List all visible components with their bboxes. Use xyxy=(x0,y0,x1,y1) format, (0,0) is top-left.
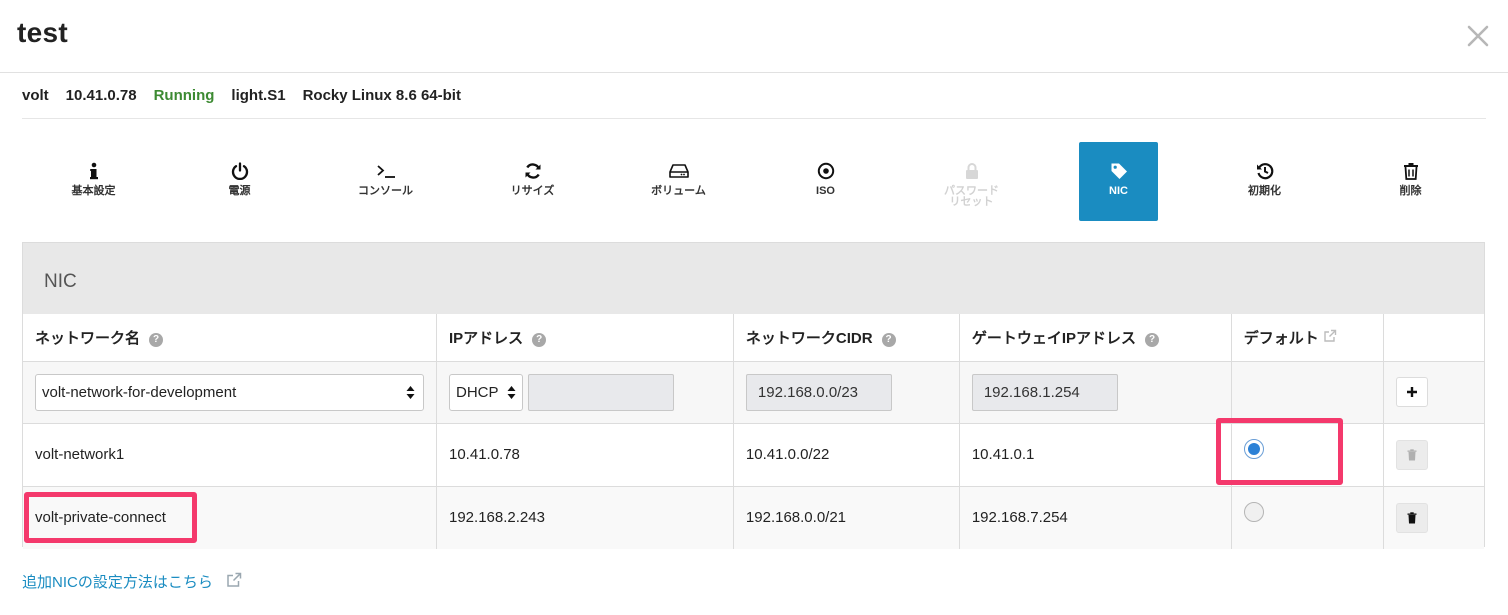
tag-icon xyxy=(1110,160,1128,182)
tab-volume[interactable]: ボリューム xyxy=(639,142,718,221)
tab-iso[interactable]: ISO xyxy=(786,142,865,221)
column-header-actions xyxy=(1382,314,1484,362)
gateway-field: 192.168.1.254 xyxy=(971,373,1118,411)
column-header-cidr: ネットワークCIDR? xyxy=(732,314,960,362)
tab-label: 削除 xyxy=(1399,185,1422,197)
tab-console[interactable]: コンソール xyxy=(346,142,425,221)
table-row: volt-network1 10.41.0.78 10.41.0.0/22 10… xyxy=(23,422,1484,487)
column-header-ip: IPアドレス? xyxy=(436,314,734,362)
tab-label: 電源 xyxy=(228,185,251,197)
cidr-field: 192.168.0.0/23 xyxy=(745,373,892,411)
tab-nic[interactable]: NIC xyxy=(1079,142,1158,221)
instance-name: volt xyxy=(22,87,49,104)
instance-summary: volt 10.41.0.78 Running light.S1 Rocky L… xyxy=(22,87,461,107)
status-badge: Running xyxy=(153,87,215,104)
tab-password-reset: パスワード リセット xyxy=(932,142,1011,221)
help-icon[interactable]: ? xyxy=(149,332,164,347)
panel-title: NIC xyxy=(44,271,77,292)
column-header-gateway: ゲートウェイIPアドレス? xyxy=(958,314,1232,362)
nic-cidr: 10.41.0.0/22 xyxy=(732,422,960,487)
add-nic-button[interactable] xyxy=(1395,377,1428,407)
tab-label: NIC xyxy=(1109,185,1128,197)
tab-resize[interactable]: リサイズ xyxy=(493,142,572,221)
instance-plan: light.S1 xyxy=(231,87,286,104)
nic-cidr: 192.168.0.0/21 xyxy=(732,485,960,549)
info-icon xyxy=(89,160,99,182)
panel-header: NIC xyxy=(23,243,1484,314)
divider xyxy=(22,118,1486,119)
nic-help-link[interactable]: 追加NICの設定方法はこちら xyxy=(22,571,242,592)
network-select[interactable]: volt-network-for-development xyxy=(35,373,424,411)
default-radio-selected[interactable] xyxy=(1243,439,1264,459)
tab-power[interactable]: 電源 xyxy=(200,142,279,221)
delete-nic-button[interactable] xyxy=(1395,502,1428,533)
trash-icon xyxy=(1403,160,1419,182)
power-icon xyxy=(231,160,249,182)
console-icon xyxy=(376,160,396,182)
nic-network-name: volt-private-connect xyxy=(23,485,437,549)
nic-table: ネットワーク名? IPアドレス? ネットワークCIDR? ゲートウェイIPアドレ… xyxy=(23,314,1484,549)
tab-basic-settings[interactable]: 基本設定 xyxy=(54,142,133,221)
help-icon[interactable]: ? xyxy=(1145,332,1160,347)
nic-gateway: 192.168.7.254 xyxy=(958,485,1232,549)
help-icon[interactable]: ? xyxy=(881,332,896,347)
disc-icon xyxy=(817,160,835,182)
new-nic-row: volt-network-for-development DHCP 192.16… xyxy=(23,360,1484,424)
table-header-row: ネットワーク名? IPアドレス? ネットワークCIDR? ゲートウェイIPアドレ… xyxy=(23,314,1484,362)
tab-label: ボリューム xyxy=(651,185,706,197)
modal-header: test xyxy=(0,0,1508,73)
tab-label: コンソール xyxy=(358,185,413,197)
action-tabs: 基本設定 電源 コンソール リサイズ ボリューム ISO パスワードリセット xyxy=(22,142,1485,222)
history-icon xyxy=(1256,160,1274,182)
select-arrows-icon xyxy=(507,385,516,399)
tab-label: 基本設定 xyxy=(71,185,116,197)
trash-icon xyxy=(1407,448,1417,460)
drive-icon xyxy=(668,160,689,182)
table-row: volt-private-connect 192.168.2.243 192.1… xyxy=(23,485,1484,549)
refresh-icon xyxy=(524,160,542,182)
tab-label: リサイズ xyxy=(510,185,555,197)
plus-icon xyxy=(1406,387,1417,397)
column-header-network: ネットワーク名? xyxy=(23,314,437,362)
tab-label: ISO xyxy=(816,185,835,197)
instance-os: Rocky Linux 8.6 64-bit xyxy=(302,87,461,104)
tab-reinitialize[interactable]: 初期化 xyxy=(1225,142,1304,221)
column-header-default: デフォルト xyxy=(1230,314,1384,362)
nic-gateway: 10.41.0.1 xyxy=(958,422,1232,487)
external-link-icon xyxy=(226,572,242,592)
ip-mode-select[interactable]: DHCP xyxy=(449,373,523,411)
select-arrows-icon xyxy=(406,385,415,399)
lock-icon xyxy=(965,160,979,182)
nic-ip: 10.41.0.78 xyxy=(436,422,734,487)
nic-network-name: volt-network1 xyxy=(23,422,437,487)
instance-ip: 10.41.0.78 xyxy=(65,87,137,104)
delete-nic-button-disabled xyxy=(1395,439,1428,470)
external-link-icon[interactable] xyxy=(1323,329,1337,347)
close-icon[interactable] xyxy=(1466,20,1490,50)
trash-icon xyxy=(1407,512,1417,524)
default-radio[interactable] xyxy=(1243,502,1264,523)
tab-label: 初期化 xyxy=(1248,185,1281,197)
tab-label: パスワード リセット xyxy=(944,185,999,208)
ip-address-input[interactable] xyxy=(528,373,674,411)
nic-ip: 192.168.2.243 xyxy=(436,485,734,549)
tab-delete[interactable]: 削除 xyxy=(1371,142,1450,221)
help-icon[interactable]: ? xyxy=(532,332,547,347)
nic-panel: NIC ネットワーク名? IPアドレス? ネットワークCIDR? ゲートウェイI… xyxy=(22,242,1485,549)
modal-title: test xyxy=(17,17,68,48)
